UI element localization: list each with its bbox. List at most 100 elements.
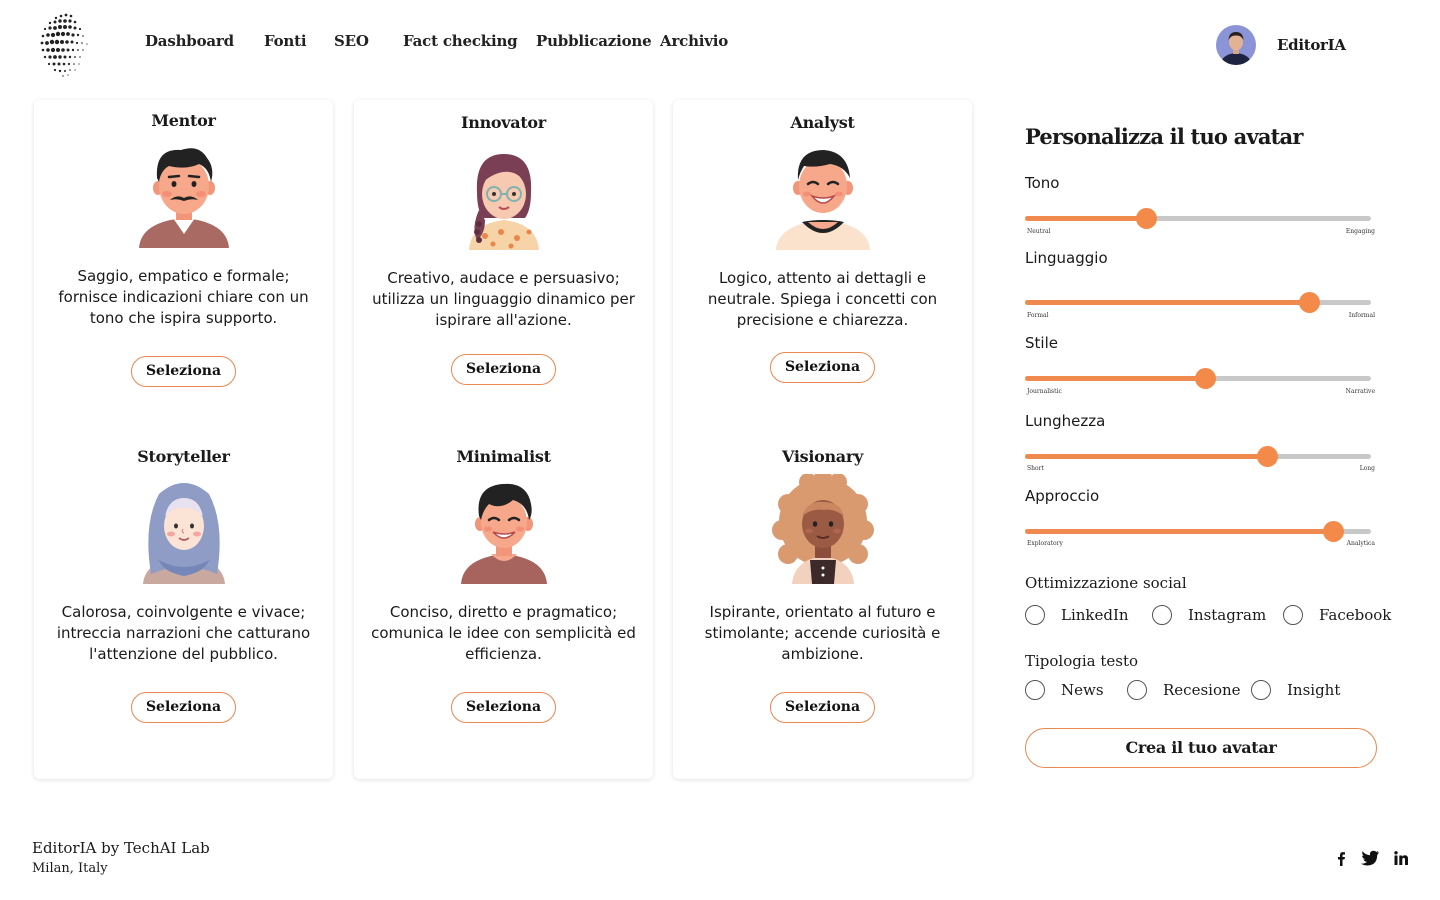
persona-minimalist: Minimalist Conciso, diretto e pragmatico… <box>354 447 653 723</box>
nav-fonti[interactable]: Fonti <box>264 32 307 50</box>
slider-min-label: Journalistic <box>1027 388 1062 395</box>
slider-stile: Stile Journalistic Narrative <box>1025 334 1375 395</box>
radio-news[interactable]: News <box>1025 680 1104 700</box>
radio-label: Instagram <box>1188 606 1267 624</box>
radio-circle[interactable] <box>1251 680 1271 700</box>
slider-thumb[interactable] <box>1322 521 1344 542</box>
slider-lunghezza: Lunghezza Short Long <box>1025 412 1375 472</box>
persona-visionary: Visionary Ispirante, orientato al futuro… <box>673 447 972 723</box>
slider-thumb[interactable] <box>1257 446 1279 467</box>
slider-approccio: Approccio Exploratory Analytica <box>1025 487 1375 547</box>
persona-innovator: Innovator Creativo, audace e persuasivo;… <box>354 113 653 385</box>
panel-title: Personalizza il tuo avatar <box>1025 124 1303 149</box>
radio-recesione[interactable]: Recesione <box>1127 680 1241 700</box>
slider-max-label: Long <box>1359 465 1375 472</box>
persona-name: Minimalist <box>456 447 551 466</box>
persona-description: Saggio, empatico e formale; fornisce ind… <box>58 267 309 327</box>
slider-linguaggio: Linguaggio Formal Informal <box>1025 249 1375 319</box>
slider-label: Approccio <box>1025 487 1100 505</box>
logo-sphere-icon <box>40 13 88 77</box>
persona-description: Creativo, audace e persuasivo; utilizza … <box>372 269 635 329</box>
select-minimalist-button[interactable]: Seleziona <box>451 692 556 723</box>
radio-circle[interactable] <box>1152 605 1172 625</box>
radio-linkedin[interactable]: LinkedIn <box>1025 605 1129 625</box>
select-visionary-button[interactable]: Seleziona <box>770 692 875 723</box>
radio-insight[interactable]: Insight <box>1251 680 1340 700</box>
nav-pubblicazione[interactable]: Pubblicazione <box>536 32 652 50</box>
persona-mentor: Mentor Saggio, empatico e formale; forni… <box>34 111 333 387</box>
visionary-avatar-icon <box>771 469 874 584</box>
persona-storyteller: Storyteller Calorosa, coinvolgente e viv… <box>34 447 333 723</box>
text-type-label: Tipologia testo <box>1025 652 1139 670</box>
slider-label: Lunghezza <box>1025 412 1106 430</box>
persona-description: Calorosa, coinvolgente e vivace; intrecc… <box>56 603 311 663</box>
slider-min-label: Neutral <box>1027 228 1051 235</box>
slider-label: Linguaggio <box>1025 249 1108 267</box>
slider-label: Stile <box>1025 334 1058 352</box>
nav-seo[interactable]: SEO <box>334 32 369 50</box>
persona-card-column-1: Mentor Saggio, empatico e formale; forni… <box>34 100 333 779</box>
radio-label: Recesione <box>1163 681 1241 699</box>
profile-name: EditorIA <box>1277 36 1346 54</box>
slider-max-label: Narrative <box>1345 388 1375 395</box>
select-mentor-button[interactable]: Seleziona <box>131 356 236 387</box>
slider-track[interactable] <box>1025 446 1371 467</box>
radio-label: News <box>1061 681 1104 699</box>
radio-circle[interactable] <box>1025 680 1045 700</box>
nav-fact-checking[interactable]: Fact checking <box>403 32 518 50</box>
slider-thumb[interactable] <box>1194 368 1216 389</box>
slider-thumb[interactable] <box>1298 292 1320 313</box>
slider-thumb[interactable] <box>1136 208 1158 229</box>
slider-track[interactable] <box>1025 292 1371 313</box>
slider-fill <box>1025 376 1205 381</box>
slider-track[interactable] <box>1025 368 1371 389</box>
slider-tono: Tono Neutral Engaging <box>1025 174 1375 235</box>
select-innovator-button[interactable]: Seleziona <box>451 354 556 385</box>
slider-min-label: Short <box>1027 465 1044 472</box>
slider-fill <box>1025 300 1309 305</box>
persona-name: Mentor <box>151 111 216 130</box>
innovator-avatar-icon <box>468 154 539 250</box>
slider-fill <box>1025 454 1268 459</box>
persona-description: Logico, attento ai dettagli e neutrale. … <box>707 269 938 329</box>
select-analyst-button[interactable]: Seleziona <box>770 352 875 383</box>
slider-track[interactable] <box>1025 208 1371 229</box>
persona-name: Analyst <box>790 113 855 132</box>
social-optimization-label: Ottimizzazione social <box>1025 574 1187 592</box>
slider-fill <box>1025 216 1147 221</box>
persona-card-column-3: Analyst Logico, attento ai dettagli e ne… <box>673 100 972 779</box>
radio-circle[interactable] <box>1025 605 1045 625</box>
radio-label: Facebook <box>1319 606 1392 624</box>
analyst-avatar-icon <box>775 150 870 250</box>
persona-name: Visionary <box>782 447 863 466</box>
radio-facebook[interactable]: Facebook <box>1283 605 1391 625</box>
radio-label: LinkedIn <box>1061 606 1129 624</box>
radio-instagram[interactable]: Instagram <box>1152 605 1266 625</box>
facebook-icon[interactable] <box>1336 850 1346 866</box>
persona-name: Storyteller <box>137 447 230 466</box>
nav-archivio[interactable]: Archivio <box>660 32 728 50</box>
persona-description: Conciso, diretto e pragmatico; comunica … <box>371 603 636 663</box>
persona-name: Innovator <box>461 113 546 132</box>
footer-brand: EditorIA by TechAI Lab <box>32 839 210 857</box>
radio-circle[interactable] <box>1283 605 1303 625</box>
slider-min-label: Exploratory <box>1027 540 1063 547</box>
nav-dashboard[interactable]: Dashboard <box>145 32 234 50</box>
create-avatar-button[interactable]: Crea il tuo avatar <box>1025 728 1377 768</box>
minimalist-avatar-icon <box>460 483 547 584</box>
persona-analyst: Analyst Logico, attento ai dettagli e ne… <box>673 113 972 383</box>
user-profile[interactable]: EditorIA <box>1216 25 1346 65</box>
mentor-avatar-icon <box>138 148 229 248</box>
slider-fill <box>1025 529 1333 534</box>
slider-max-label: Analytica <box>1346 540 1375 547</box>
slider-max-label: Engaging <box>1345 228 1375 235</box>
linkedin-icon[interactable] <box>1394 851 1408 865</box>
radio-label: Insight <box>1287 681 1341 699</box>
slider-track[interactable] <box>1025 521 1371 542</box>
slider-min-label: Formal <box>1027 312 1049 319</box>
storyteller-avatar-icon <box>142 483 225 584</box>
radio-circle[interactable] <box>1127 680 1147 700</box>
select-storyteller-button[interactable]: Seleziona <box>131 692 236 723</box>
avatar[interactable] <box>1216 25 1256 65</box>
twitter-icon[interactable] <box>1361 850 1379 866</box>
